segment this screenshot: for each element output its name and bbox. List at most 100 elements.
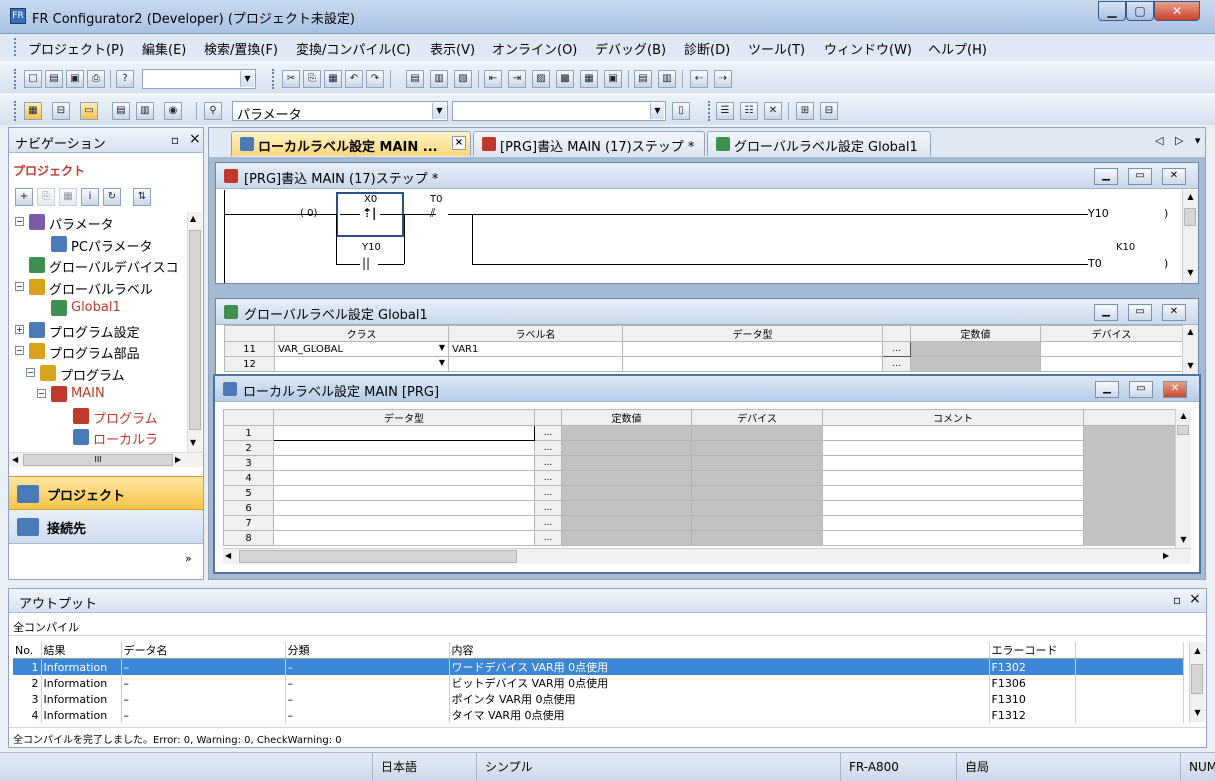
module-icon[interactable]: ⊟ [52, 102, 70, 120]
datatype-cell[interactable] [273, 455, 535, 471]
table-row[interactable]: 2... [223, 440, 1176, 456]
label-select-icon[interactable]: ⊞ [796, 102, 814, 120]
chevron-down-icon[interactable]: ▼ [650, 103, 664, 119]
search-forward-icon[interactable]: ⇢ [714, 70, 732, 88]
maximize-button[interactable]: ▢ [1126, 1, 1154, 21]
chevron-down-icon[interactable]: ▼ [439, 358, 445, 367]
close-icon[interactable]: × [1189, 591, 1201, 607]
print-icon[interactable]: ⎙ [87, 70, 105, 88]
datatype-select-button[interactable]: ... [534, 440, 562, 456]
datatype-cell[interactable] [622, 341, 883, 357]
comment-cell[interactable] [822, 485, 1084, 501]
monitor-stop-icon[interactable]: ▦ [580, 70, 598, 88]
tree-item[interactable]: PCパラメータ [9, 234, 187, 255]
collapse-icon[interactable]: − [15, 346, 24, 355]
device-batch-icon[interactable]: ▥ [136, 102, 154, 120]
chevron-down-icon[interactable]: ▼ [432, 103, 446, 119]
open-icon[interactable]: ▤ [45, 70, 63, 88]
tree-item[interactable]: − MAIN [9, 384, 187, 405]
datatype-cell[interactable] [273, 500, 535, 516]
menu-diagnostics[interactable]: 診断(D) [684, 39, 730, 58]
properties-icon[interactable]: i [81, 188, 99, 206]
write-plc-icon[interactable]: ⇤ [484, 70, 502, 88]
chevron-down-icon[interactable]: ▼ [1191, 706, 1204, 720]
menu-project[interactable]: プロジェクト(P) [28, 39, 124, 58]
menu-debug[interactable]: デバッグ(B) [595, 39, 666, 58]
column-header-label[interactable]: ラベル名 [448, 325, 623, 342]
table-row[interactable]: 3 Information – – ポインタ VAR用 0点使用 F1310 [13, 691, 1184, 707]
datatype-select-button[interactable]: ... [882, 356, 911, 372]
menu-online[interactable]: オンライン(O) [492, 39, 577, 58]
chevron-down-icon[interactable]: ▼ [439, 343, 445, 352]
insert-col-icon[interactable]: ☷ [740, 102, 758, 120]
datatype-cell[interactable] [273, 530, 535, 546]
tab-local-label-main[interactable]: ローカルラベル設定 MAIN ... × [231, 131, 471, 156]
menu-view[interactable]: 表示(V) [430, 39, 475, 58]
column-header-errorcode[interactable]: エラーコード [989, 642, 1076, 659]
datatype-cell[interactable] [273, 485, 535, 501]
ladder-vscroll[interactable]: ▲ ▼ [1182, 190, 1198, 283]
tree-item[interactable]: Global1 [9, 298, 187, 319]
monitor-icon[interactable]: ▩ [556, 70, 574, 88]
table-row[interactable]: 7... [223, 515, 1176, 531]
tree-item[interactable]: − パラメータ [9, 212, 187, 233]
table-row[interactable]: 8... [223, 530, 1176, 546]
verify-icon[interactable]: ▨ [532, 70, 550, 88]
collapse-icon[interactable]: − [15, 281, 24, 291]
navigation-vscroll[interactable]: ▲ ▼ [187, 212, 202, 452]
nav-project-button[interactable]: プロジェクト [9, 476, 203, 510]
dev-monitor-icon[interactable]: ▤ [634, 70, 652, 88]
class-cell[interactable]: VAR_GLOBAL ▼ [274, 341, 449, 357]
scroll-thumb[interactable] [239, 550, 517, 563]
tree-item[interactable]: − プログラム [9, 363, 187, 384]
add-item-icon[interactable]: + [15, 188, 33, 206]
table-row[interactable]: 6... [223, 500, 1176, 516]
table-row[interactable]: 3... [223, 455, 1176, 471]
label-cell[interactable]: VAR1 [448, 341, 623, 357]
close-button[interactable]: ✕ [1154, 1, 1200, 21]
menu-convert-compile[interactable]: 変換/コンパイル(C) [296, 39, 411, 58]
help-icon[interactable]: ? [116, 70, 134, 88]
local-hscroll[interactable]: ◀ ▶ [223, 548, 1191, 564]
menu-find-replace[interactable]: 検索/置換(F) [204, 39, 278, 58]
minimize-button[interactable]: ▁ [1094, 304, 1118, 321]
datatype-select-button[interactable]: ... [534, 515, 562, 531]
nav-connection-button[interactable]: 接続先 [9, 510, 203, 544]
table-row[interactable]: 11 VAR_GLOBAL ▼ VAR1 ... [224, 341, 1183, 357]
chevron-right-icon[interactable]: ▶ [1163, 551, 1169, 560]
restore-button[interactable]: ▭ [1128, 304, 1152, 321]
scroll-thumb[interactable] [1191, 664, 1203, 694]
tree-item[interactable]: ローカルラ [9, 427, 187, 448]
datatype-select-button[interactable]: ... [534, 485, 562, 501]
table-row[interactable]: 12 ▼ ... [224, 356, 1183, 372]
parameter-combo[interactable]: パラメータ ▼ [232, 101, 448, 123]
close-icon[interactable]: × [189, 131, 201, 147]
paste-icon[interactable]: ▦ [324, 70, 342, 88]
toolbar-combo-2[interactable]: ▼ [452, 101, 666, 121]
table-row[interactable]: 4... [223, 470, 1176, 486]
window-icon[interactable]: ▭ [80, 102, 98, 120]
compile-icon[interactable]: ▧ [454, 70, 472, 88]
paste-icon[interactable]: ▦ [59, 188, 77, 206]
device-cell[interactable] [1040, 341, 1183, 357]
refresh-icon[interactable]: ↻ [103, 188, 121, 206]
tree-item[interactable]: + プログラム設定 [9, 320, 187, 341]
monitor-write-icon[interactable]: ▣ [604, 70, 622, 88]
datatype-cell[interactable] [273, 470, 535, 486]
navigation-hscroll[interactable]: ◀ III ▶ [9, 452, 203, 467]
delete-row-icon[interactable]: ✕ [764, 102, 782, 120]
redo-icon[interactable]: ↷ [366, 70, 384, 88]
column-header-datatype[interactable]: データ型 [273, 409, 535, 426]
search-back-icon[interactable]: ⇠ [690, 70, 708, 88]
tree-item[interactable]: グローバルデバイスコ [9, 255, 187, 276]
comment-cell[interactable] [822, 470, 1084, 486]
column-header-dataname[interactable]: データ名 [121, 642, 286, 659]
scroll-thumb[interactable] [189, 230, 201, 430]
comment-cell[interactable] [822, 515, 1084, 531]
global-vscroll[interactable]: ▲ ▼ [1182, 325, 1198, 375]
chevron-up-icon[interactable]: ▲ [1177, 409, 1190, 423]
tab-navigation-arrows[interactable]: ◁ ▷ ▾ [1155, 134, 1204, 147]
save-icon[interactable]: ▣ [66, 70, 84, 88]
close-icon[interactable]: × [452, 136, 466, 150]
column-header-comment[interactable]: コメント [822, 409, 1084, 426]
